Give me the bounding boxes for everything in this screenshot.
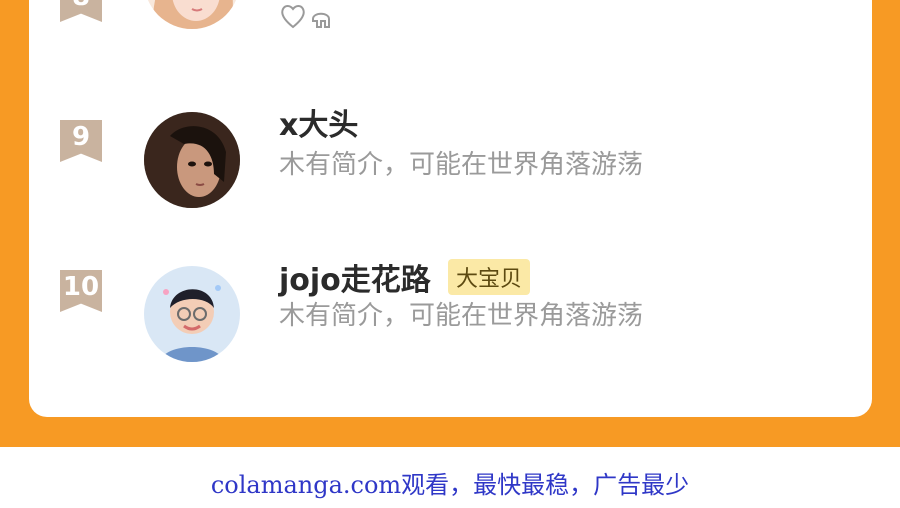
heart-outline-icon[interactable] xyxy=(279,3,307,31)
user-bio: 木有简介，可能在世界角落游荡 xyxy=(279,150,644,180)
rank-number: 10 xyxy=(62,272,100,302)
user-bio: 木有简介，可能在世界角落游荡 xyxy=(279,301,644,331)
mask-icon xyxy=(312,12,330,28)
footer-site-text: colamanga.com观看，最快最稳，广告最少 xyxy=(210,471,690,499)
avatar-boy-image xyxy=(144,266,240,362)
avatar-portrait-image xyxy=(144,112,240,208)
avatar[interactable] xyxy=(144,0,240,29)
ranking-item-9[interactable]: 9 x大头 木有简介，可能在世界角落游荡 xyxy=(29,105,872,215)
avatar[interactable] xyxy=(144,112,240,208)
user-name: x大头 xyxy=(279,108,359,143)
user-tag: 大宝贝 xyxy=(448,259,531,295)
rank-badge: 8 xyxy=(60,0,102,22)
avatar[interactable] xyxy=(144,266,240,362)
rank-number: 9 xyxy=(71,122,91,152)
rank-badge: 10 xyxy=(60,270,102,312)
rank-number: 8 xyxy=(72,0,90,12)
rank-badge: 9 xyxy=(60,120,102,162)
user-name: jojo走花路 xyxy=(279,263,431,298)
ranking-card: 8 9 xyxy=(29,0,872,417)
ranking-item-10[interactable]: 10 jojo走花路 大宝贝 木有简介，可能在世界角落游荡 xyxy=(29,259,872,370)
ranking-item-8[interactable]: 8 xyxy=(29,0,872,35)
avatar-anime-girl-image xyxy=(144,0,240,29)
footer: colamanga.com观看，最快最稳，广告最少 xyxy=(0,447,900,508)
engagement-icons xyxy=(279,3,339,33)
